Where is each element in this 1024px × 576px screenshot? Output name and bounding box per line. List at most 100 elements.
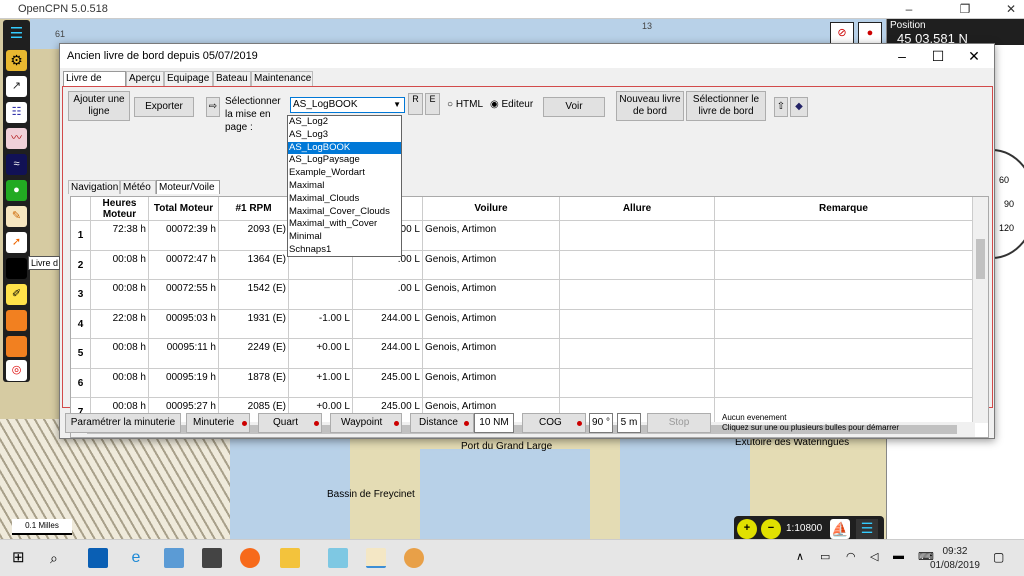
- column-header[interactable]: Voilure: [423, 197, 560, 221]
- table-cell[interactable]: 00095:11 h: [149, 339, 219, 369]
- table-cell[interactable]: 00:08 h: [91, 250, 149, 280]
- timer-settings-button[interactable]: Paramétrer la minuterie: [65, 413, 181, 433]
- plugin-icon[interactable]: [6, 310, 27, 331]
- logbook-grid[interactable]: Heures Moteur Total Moteur #1 RPM Voilur…: [70, 196, 989, 438]
- table-cell[interactable]: 00095:03 h: [149, 309, 219, 339]
- e-button[interactable]: E: [425, 93, 440, 115]
- battery-icon[interactable]: ▬: [893, 550, 904, 562]
- table-cell[interactable]: [560, 280, 715, 310]
- editor-radio[interactable]: ◉ Editeur: [490, 99, 533, 110]
- dropdown-option[interactable]: AS_Log2: [288, 116, 401, 129]
- row-number[interactable]: 5: [71, 339, 91, 369]
- wifi-icon[interactable]: ◠: [846, 550, 856, 563]
- ais-icon[interactable]: ●: [6, 180, 27, 201]
- dropdown-option[interactable]: Maximal_Clouds: [288, 193, 401, 206]
- edge-icon[interactable]: e: [126, 548, 146, 568]
- table-cell[interactable]: 00072:55 h: [149, 280, 219, 310]
- zoom-in-icon[interactable]: +: [737, 519, 757, 539]
- html-radio[interactable]: ○ HTML: [447, 99, 483, 110]
- compass-icon[interactable]: ⊘: [830, 22, 854, 44]
- table-cell[interactable]: 00072:39 h: [149, 221, 219, 251]
- dropdown-option[interactable]: Minimal: [288, 231, 401, 244]
- table-cell[interactable]: Genois, Artimon: [423, 250, 560, 280]
- column-header[interactable]: #1 RPM: [219, 197, 289, 221]
- route-manager-icon[interactable]: ☷: [6, 102, 27, 123]
- table-cell[interactable]: 00072:47 h: [149, 250, 219, 280]
- view-button[interactable]: Voir: [543, 97, 605, 117]
- table-cell[interactable]: 2249 (E): [219, 339, 289, 369]
- settings-icon[interactable]: ⚙: [6, 50, 27, 71]
- opencpn-icon[interactable]: [366, 548, 386, 568]
- table-cell[interactable]: 244.00 L: [353, 339, 423, 369]
- table-cell[interactable]: [560, 250, 715, 280]
- table-cell[interactable]: 245.00 L: [353, 368, 423, 398]
- table-cell[interactable]: [715, 368, 973, 398]
- up-arrow-icon[interactable]: ⇧: [774, 97, 788, 117]
- logbook-icon[interactable]: ✎: [6, 206, 27, 227]
- add-line-button[interactable]: Ajouter une ligne: [68, 91, 130, 121]
- dropdown-option[interactable]: Maximal: [288, 180, 401, 193]
- book-icon[interactable]: ◆: [790, 97, 808, 117]
- search-icon[interactable]: ⌕: [50, 548, 70, 568]
- tide-icon[interactable]: ≈: [6, 154, 27, 175]
- chevron-up-icon[interactable]: ∧: [796, 550, 804, 563]
- tab-logbook[interactable]: Livre de bord: [63, 71, 126, 98]
- dropdown-option[interactable]: Maximal_with_Cover: [288, 218, 401, 231]
- row-number[interactable]: 6: [71, 368, 91, 398]
- table-cell[interactable]: 72:38 h: [91, 221, 149, 251]
- hamburger-icon[interactable]: ☰: [6, 24, 27, 45]
- table-cell[interactable]: 1931 (E): [219, 309, 289, 339]
- distance-field[interactable]: 10 NM: [474, 413, 514, 433]
- layout-dropdown-list[interactable]: AS_Log2 AS_Log3 AS_LogBOOK AS_LogPaysage Exa…: [287, 115, 402, 257]
- track-icon[interactable]: 〰: [6, 128, 27, 149]
- calculator-icon[interactable]: [202, 548, 222, 568]
- table-cell[interactable]: 1364 (E): [219, 250, 289, 280]
- watch-button[interactable]: Quart: [258, 413, 322, 433]
- volume-icon[interactable]: ◁: [870, 550, 878, 563]
- table-cell[interactable]: [560, 368, 715, 398]
- dropdown-option[interactable]: AS_Log3: [288, 129, 401, 142]
- table-cell[interactable]: [289, 280, 353, 310]
- table-cell[interactable]: Genois, Artimon: [423, 309, 560, 339]
- menu-icon[interactable]: ☰: [856, 519, 878, 539]
- restore-button[interactable]: ❐: [942, 0, 988, 19]
- tab-maintenance[interactable]: Maintenance: [251, 71, 313, 86]
- firefox-icon[interactable]: [240, 548, 260, 568]
- network-icon[interactable]: ▭: [820, 550, 830, 563]
- tab-weather[interactable]: Météo: [120, 180, 156, 194]
- app-icon[interactable]: [328, 548, 348, 568]
- folder-icon[interactable]: [280, 548, 300, 568]
- rocket-icon[interactable]: ➚: [6, 232, 27, 253]
- row-number[interactable]: 3: [71, 280, 91, 310]
- table-cell[interactable]: -1.00 L: [289, 309, 353, 339]
- column-header[interactable]: Heures Moteur: [91, 197, 149, 221]
- table-cell[interactable]: 1542 (E): [219, 280, 289, 310]
- dropdown-option[interactable]: Schnaps1: [288, 244, 401, 257]
- dialog-minimize-button[interactable]: –: [884, 44, 920, 68]
- table-cell[interactable]: [715, 280, 973, 310]
- dropdown-option[interactable]: Maximal_Cover_Clouds: [288, 206, 401, 219]
- lifebuoy-icon[interactable]: ◎: [6, 360, 27, 381]
- table-cell[interactable]: +1.00 L: [289, 368, 353, 398]
- row-number[interactable]: 4: [71, 309, 91, 339]
- select-log-button[interactable]: Sélectionner le livre de bord: [686, 91, 766, 121]
- tab-boat[interactable]: Bateau: [213, 71, 251, 86]
- table-cell[interactable]: 00:08 h: [91, 339, 149, 369]
- clock[interactable]: 09:32 01/08/2019: [930, 545, 980, 573]
- plugin-icon[interactable]: [6, 336, 27, 357]
- dropdown-option[interactable]: AS_LogPaysage: [288, 154, 401, 167]
- cog-field[interactable]: 90 °: [589, 413, 613, 433]
- table-cell[interactable]: 00095:19 h: [149, 368, 219, 398]
- minutes-field[interactable]: 5 m: [617, 413, 641, 433]
- timer-button[interactable]: Minuterie: [186, 413, 250, 433]
- zoom-out-icon[interactable]: −: [761, 519, 781, 539]
- table-cell[interactable]: [560, 339, 715, 369]
- tab-overview[interactable]: Aperçu: [126, 71, 164, 86]
- paint-icon[interactable]: [404, 548, 424, 568]
- table-cell[interactable]: Genois, Artimon: [423, 368, 560, 398]
- table-cell[interactable]: +0.00 L: [289, 339, 353, 369]
- table-cell[interactable]: 22:08 h: [91, 309, 149, 339]
- vertical-scrollbar[interactable]: [973, 197, 988, 423]
- waypoint-button[interactable]: Waypoint: [330, 413, 402, 433]
- boat-icon[interactable]: ⛵: [830, 519, 850, 539]
